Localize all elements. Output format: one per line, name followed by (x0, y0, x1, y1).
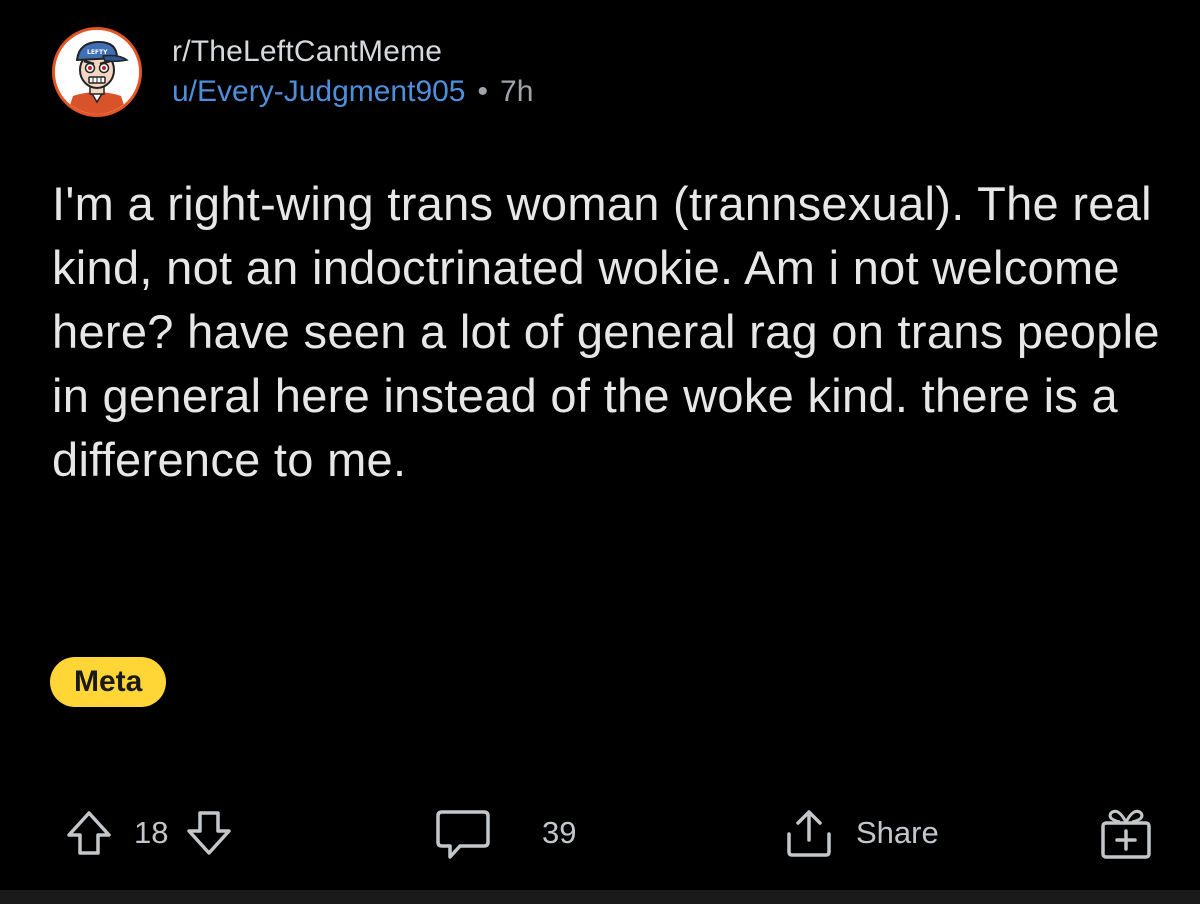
post-title[interactable]: I'm a right-wing trans woman (trannsexua… (52, 172, 1162, 492)
post-card: LEFTY r/TheLeftCantMeme u/Every-Judgment… (0, 0, 1200, 904)
subreddit-avatar[interactable]: LEFTY (52, 27, 142, 117)
award-button[interactable] (1094, 795, 1158, 870)
post-meta: r/TheLeftCantMeme u/Every-Judgment905 • … (172, 33, 533, 111)
arrow-down-icon[interactable] (182, 806, 236, 860)
comment-count: 39 (542, 814, 577, 850)
vote-count: 18 (134, 814, 169, 850)
vote-group: 18 (62, 795, 236, 870)
post-header: LEFTY r/TheLeftCantMeme u/Every-Judgment… (52, 26, 533, 118)
arrow-up-icon[interactable] (62, 806, 116, 860)
comments-button[interactable]: 39 (432, 795, 576, 870)
subreddit-name[interactable]: r/TheLeftCantMeme (172, 33, 533, 71)
post-age: 7h (500, 75, 534, 108)
meta-separator: • (477, 75, 489, 108)
comment-bubble-icon (432, 802, 494, 864)
post-actions: 18 39 Share (0, 795, 1200, 870)
bottom-divider (0, 890, 1200, 904)
share-icon (780, 804, 838, 862)
cartoon-avatar-icon: LEFTY (55, 30, 139, 114)
gift-award-icon (1094, 801, 1158, 865)
post-byline: u/Every-Judgment905 • 7h (172, 73, 533, 111)
share-button[interactable]: Share (780, 795, 939, 870)
avatar-cap-text: LEFTY (87, 49, 108, 56)
post-flair[interactable]: Meta (50, 657, 167, 707)
author-link[interactable]: u/Every-Judgment905 (172, 73, 466, 111)
share-label: Share (856, 814, 939, 850)
